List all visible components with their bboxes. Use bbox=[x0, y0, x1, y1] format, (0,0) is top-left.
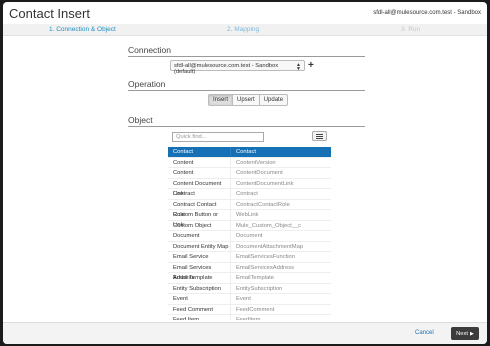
step-connection-object[interactable]: 1. Connection & Object bbox=[49, 26, 116, 33]
wizard-steps: 1. Connection & Object 2. Mapping 3. Run bbox=[3, 24, 487, 36]
object-list-row[interactable]: Document Entity Map DocumentAttachmentMap bbox=[168, 241, 331, 252]
object-label: Contract Contact Role bbox=[168, 199, 231, 218]
object-api-name: DocumentAttachmentMap bbox=[236, 243, 304, 250]
object-api-name: ContentDocument bbox=[236, 170, 283, 176]
object-list-row[interactable]: Feed Comment FeedComment bbox=[168, 304, 331, 315]
object-list-row[interactable]: Feed Item FeedItem bbox=[168, 315, 331, 320]
object-label: Entity Subscription bbox=[168, 283, 231, 293]
object-list-row[interactable]: Email Template EmailTemplate bbox=[168, 273, 331, 284]
connection-select[interactable]: sfdl-all@mulesource.com.test - Sandbox (… bbox=[170, 60, 305, 75]
object-label: Contract bbox=[168, 189, 231, 199]
object-list-row[interactable]: Content Document Link ContentDocumentLink bbox=[168, 178, 331, 197]
object-list-row[interactable]: Contract Contact Role ContractContactRole bbox=[168, 199, 331, 218]
object-api-name: Event bbox=[236, 296, 251, 302]
object-label: Email Service bbox=[168, 252, 231, 262]
object-list-row[interactable]: Email Service EmailServicesFunction bbox=[168, 252, 331, 263]
object-api-name: EmailServicesFunction bbox=[236, 254, 295, 260]
object-label: Email Template bbox=[168, 273, 231, 283]
object-label: Feed Item bbox=[168, 315, 231, 320]
next-button[interactable]: Next ▶ bbox=[451, 327, 479, 340]
plus-icon[interactable]: + bbox=[308, 60, 314, 71]
operation-upsert-button[interactable]: Upsert bbox=[232, 94, 260, 106]
object-label: Event bbox=[168, 294, 231, 304]
object-list-row[interactable]: Content ContentVersion bbox=[168, 157, 331, 168]
object-heading: Object bbox=[128, 115, 365, 127]
object-label: Document Entity Map bbox=[168, 241, 231, 251]
cancel-button[interactable]: Cancel bbox=[415, 330, 434, 336]
object-list-row[interactable]: Entity Subscription EntitySubscription bbox=[168, 283, 331, 294]
operation-update-button[interactable]: Update bbox=[258, 94, 289, 106]
object-label: Custom Object bbox=[168, 220, 231, 230]
operation-segmented-control: Insert Upsert Update bbox=[208, 94, 289, 106]
dialog-content: Connection sfdl-all@mulesource.com.test … bbox=[3, 36, 487, 322]
object-api-name: FeedComment bbox=[236, 306, 275, 313]
object-list: Contact Contact Content ContentVersion Conte… bbox=[168, 147, 331, 320]
quick-find-input[interactable]: Quick find... bbox=[172, 132, 264, 142]
object-label: Custom Button or Link bbox=[168, 210, 231, 228]
object-label: Feed Comment bbox=[168, 304, 231, 314]
operation-insert-button[interactable]: Insert bbox=[208, 94, 234, 106]
dialog-title: Contact Insert bbox=[9, 5, 90, 21]
object-label: Email Services Address bbox=[168, 262, 231, 281]
list-icon-graphic bbox=[316, 133, 323, 139]
object-list-row[interactable]: Email Services Address EmailServicesAddre… bbox=[168, 262, 331, 281]
connection-heading: Connection bbox=[128, 45, 365, 57]
play-arrow-icon: ▶ bbox=[470, 330, 474, 337]
object-api-name: ContentVersion bbox=[236, 159, 276, 166]
object-list-row[interactable]: Content ContentDocument bbox=[168, 168, 331, 179]
object-api-name: FeedItem bbox=[236, 317, 261, 320]
contact-insert-dialog: Contact Insert sfdl-all@mulesource.com.t… bbox=[3, 2, 487, 344]
object-api-name: EmailTemplate bbox=[236, 275, 275, 281]
object-label: Content bbox=[168, 157, 231, 167]
object-api-name: ContentDocumentLink bbox=[236, 180, 294, 187]
object-label: Document bbox=[168, 231, 231, 241]
updown-chevron-icon: ▲ ▼ bbox=[296, 61, 301, 72]
object-list-row[interactable]: Event Event bbox=[168, 294, 331, 305]
dialog-footer: Cancel Next ▶ bbox=[3, 322, 487, 344]
object-api-name: EntitySubscription bbox=[236, 285, 283, 292]
object-api-name: EmailServicesAddress bbox=[236, 264, 294, 271]
object-label: Contact bbox=[168, 147, 231, 157]
object-label: Content bbox=[168, 168, 231, 178]
dialog-titlebar: Contact Insert sfdl-all@mulesource.com.t… bbox=[3, 2, 487, 24]
object-list-row[interactable]: Contact Contact bbox=[168, 147, 331, 158]
object-api-name: Contract bbox=[236, 191, 258, 197]
connection-select-value: sfdl-all@mulesource.com.test - Sandbox (… bbox=[174, 62, 279, 75]
step-mapping[interactable]: 2. Mapping bbox=[227, 26, 259, 33]
operation-heading: Operation bbox=[128, 79, 365, 91]
object-list-row[interactable]: Custom Object Mule_Custom_Object__c bbox=[168, 220, 331, 231]
list-icon[interactable] bbox=[312, 131, 327, 141]
object-api-name: Mule_Custom_Object__c bbox=[236, 222, 302, 229]
object-list-row[interactable]: Contract Contract bbox=[168, 189, 331, 200]
object-list-row[interactable]: Custom Button or Link WebLink bbox=[168, 210, 331, 228]
account-label: sfdl-all@mulesource.com.test - Sandbox bbox=[373, 10, 481, 16]
object-api-name: ContractContactRole bbox=[236, 201, 290, 208]
object-label: Content Document Link bbox=[168, 178, 231, 197]
object-api-name: Document bbox=[236, 233, 263, 239]
object-api-name: Contact bbox=[236, 149, 256, 155]
step-run: 3. Run bbox=[401, 26, 421, 33]
object-list-row[interactable]: Document Document bbox=[168, 231, 331, 242]
object-api-name: WebLink bbox=[236, 212, 259, 218]
next-button-label: Next bbox=[456, 330, 469, 337]
